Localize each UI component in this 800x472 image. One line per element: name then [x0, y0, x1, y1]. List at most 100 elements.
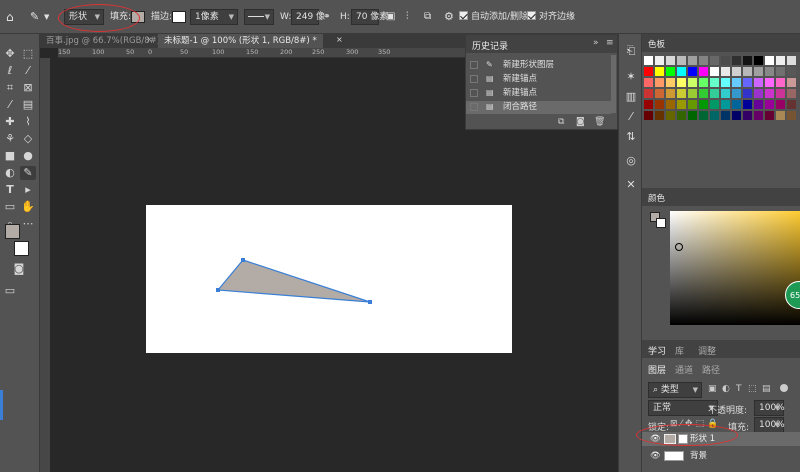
color-swatch[interactable] — [765, 67, 774, 76]
color-swatch[interactable] — [732, 78, 741, 87]
ruler-tool-icon[interactable]: ▤ — [20, 98, 36, 112]
home-icon[interactable]: ⌂ — [6, 9, 14, 25]
filter-smart-icon[interactable]: ▤ — [762, 384, 771, 394]
color-swatch[interactable] — [644, 56, 653, 65]
color-swatch[interactable] — [644, 78, 653, 87]
color-swatch[interactable] — [776, 78, 785, 87]
color-swatch[interactable] — [721, 89, 730, 98]
color-swatch[interactable] — [710, 78, 719, 87]
color-swatch[interactable] — [754, 56, 763, 65]
history-icon[interactable]: ⎗ — [624, 44, 638, 58]
color-swatch[interactable] — [710, 111, 719, 120]
layer-kind-filter[interactable]: ⌕ 类型 ▼ — [648, 382, 702, 398]
color-swatch[interactable] — [732, 100, 741, 109]
color-swatch[interactable] — [754, 67, 763, 76]
color-picker-field[interactable]: 65 — [670, 211, 800, 325]
color-swatch[interactable] — [666, 89, 675, 98]
auto-add-delete-checkbox[interactable]: 自动添加/删除 — [459, 9, 528, 25]
rectangle-tool-icon[interactable]: ▭ — [2, 200, 18, 214]
width-input[interactable]: 249 像 — [291, 9, 325, 25]
color-swatch[interactable] — [677, 100, 686, 109]
color-swatch[interactable] — [644, 100, 653, 109]
color-swatch[interactable] — [699, 100, 708, 109]
frame-tool-icon[interactable]: ⊠ — [20, 81, 36, 95]
triangle-shape-layer[interactable] — [146, 205, 512, 353]
color-swatch[interactable] — [743, 67, 752, 76]
chevron-down-icon[interactable]: ▼ — [44, 9, 49, 25]
height-input[interactable]: 70 像素 — [351, 9, 388, 25]
lasso-tool-icon[interactable]: ℓ — [2, 64, 18, 78]
color-swatch[interactable] — [699, 56, 708, 65]
color-swatch[interactable] — [666, 56, 675, 65]
hand-tool-icon[interactable]: ✋ — [20, 200, 36, 214]
gear-icon[interactable]: ⚙ — [444, 9, 454, 25]
artboard-tool-icon[interactable]: ⬚ — [20, 47, 36, 61]
color-swatch[interactable] — [655, 56, 664, 65]
color-swatch[interactable] — [644, 111, 653, 120]
histogram-icon[interactable]: ▥ — [624, 90, 638, 104]
color-swatch[interactable] — [787, 111, 796, 120]
path-alignment-icon[interactable]: ⫶ — [406, 9, 409, 25]
color-swatch[interactable] — [743, 100, 752, 109]
color-swatch[interactable] — [787, 89, 796, 98]
color-swatch[interactable] — [721, 100, 730, 109]
eyedropper-icon[interactable]: ⁄ — [2, 98, 18, 112]
color-swatch[interactable] — [787, 100, 796, 109]
color-swatch[interactable] — [732, 67, 741, 76]
color-swatch[interactable] — [721, 111, 730, 120]
color-swatch[interactable] — [688, 89, 697, 98]
pen-tool-icon[interactable]: ✎ — [20, 166, 36, 180]
more-tools-icon[interactable]: ⋯ — [20, 217, 36, 231]
anchor-point[interactable] — [241, 258, 245, 262]
color-swatch[interactable] — [666, 67, 675, 76]
layer-row[interactable]: 👁 背景 — [642, 449, 800, 463]
tab-learn[interactable]: 学习 — [648, 344, 666, 357]
stamp-tool-icon[interactable]: ⚘ — [2, 132, 18, 146]
brush-icon[interactable]: ⁄ — [624, 110, 638, 124]
history-scrollbar[interactable] — [611, 55, 616, 113]
tab-layers[interactable]: 图层 — [648, 363, 666, 376]
brush-settings-icon[interactable]: ✶ — [624, 70, 638, 84]
color-swatch[interactable] — [666, 100, 675, 109]
stroke-width-input[interactable]: 1像素 ▼ — [190, 9, 238, 25]
color-swatch[interactable] — [655, 89, 664, 98]
filter-toggle-icon[interactable] — [780, 384, 788, 392]
brush-tool-icon[interactable]: ⌇ — [20, 115, 36, 129]
path-select-icon[interactable]: ▸ — [20, 183, 36, 197]
color-swatch[interactable] — [721, 67, 730, 76]
color-swatch[interactable] — [710, 56, 719, 65]
camera-icon[interactable]: ◙ — [576, 117, 585, 127]
color-swatch[interactable] — [787, 56, 796, 65]
dodge-tool-icon[interactable]: ◐ — [2, 166, 18, 180]
filter-adjust-icon[interactable]: ◐ — [722, 384, 730, 394]
color-swatch[interactable] — [754, 111, 763, 120]
crop-tool-icon[interactable]: ⌗ — [2, 81, 18, 95]
color-swatch[interactable] — [754, 89, 763, 98]
color-swatch[interactable] — [688, 100, 697, 109]
magic-wand-icon[interactable]: ⁄ — [20, 64, 36, 78]
color-swatch[interactable] — [787, 78, 796, 87]
color-swatch[interactable] — [644, 67, 653, 76]
adjustments-icon[interactable]: ⇅ — [624, 130, 638, 144]
color-swatch[interactable] — [677, 56, 686, 65]
color-swatch[interactable] — [754, 78, 763, 87]
tab-document-1[interactable]: 百事.jpg @ 66.7%(RGB/8#) — [40, 34, 158, 48]
swatches-grid[interactable] — [644, 56, 800, 156]
color-swatch[interactable] — [754, 100, 763, 109]
opacity-input[interactable]: 100% ▼ — [754, 400, 785, 416]
trash-icon[interactable]: 🗑 — [594, 117, 605, 127]
fill-input[interactable]: 100% ▼ — [754, 417, 785, 433]
document-canvas[interactable] — [146, 205, 512, 353]
close-icon[interactable]: × — [146, 35, 153, 44]
color-swatch[interactable] — [732, 89, 741, 98]
align-edges-checkbox[interactable]: 对齐边缘 — [527, 9, 575, 25]
pen-tool-preset-icon[interactable]: ✎ — [30, 9, 39, 25]
color-swatch[interactable] — [666, 111, 675, 120]
color-swatch[interactable] — [699, 67, 708, 76]
path-arrangement-icon[interactable]: ⧉ — [424, 9, 431, 25]
gradient-tool-icon[interactable]: ■ — [2, 149, 18, 163]
color-swatch[interactable] — [732, 56, 741, 65]
color-swatch[interactable] — [743, 78, 752, 87]
color-swatch[interactable] — [710, 67, 719, 76]
color-swatch[interactable] — [776, 100, 785, 109]
